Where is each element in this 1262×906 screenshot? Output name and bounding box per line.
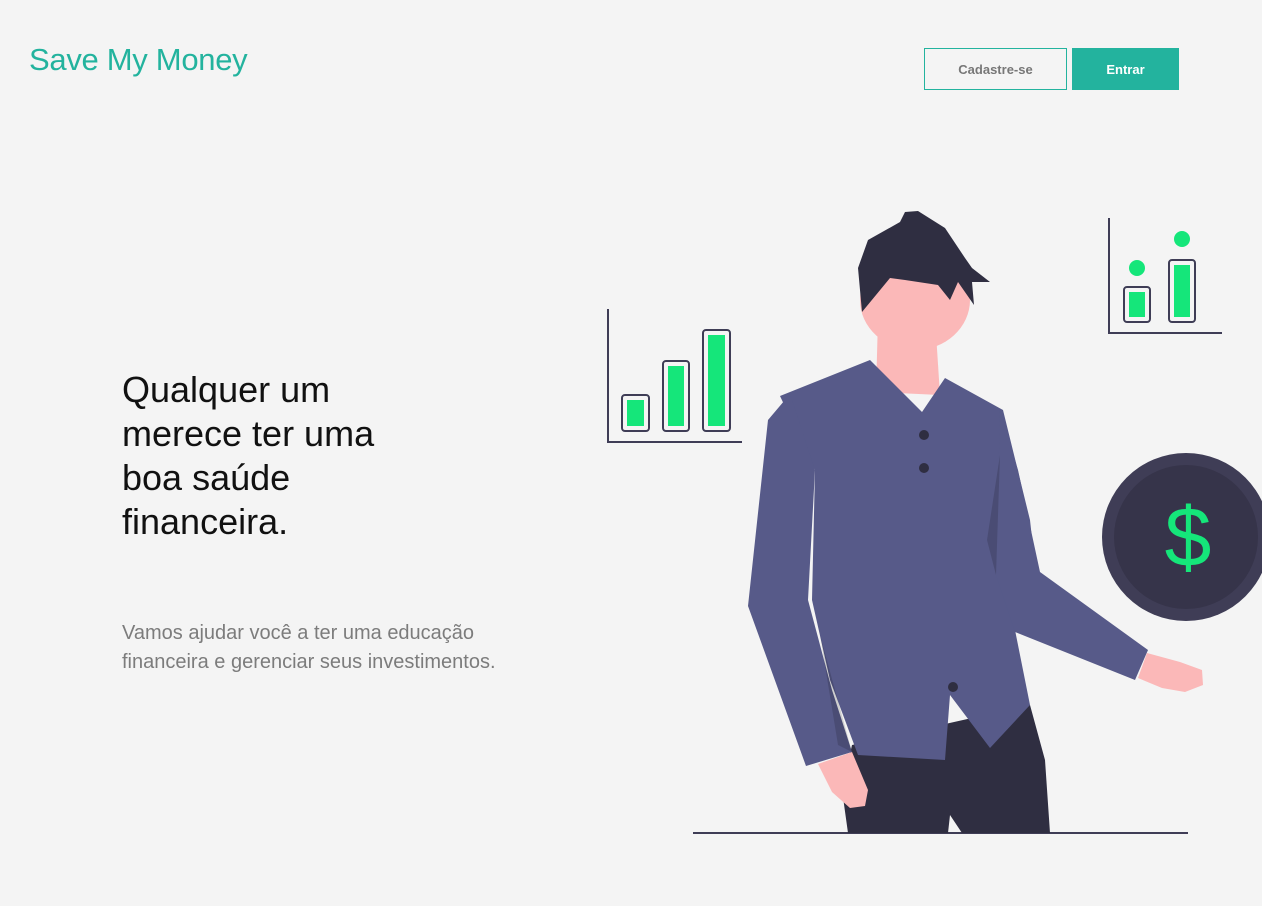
dollar-coin-icon: $ xyxy=(1102,453,1262,621)
left-bar-chart-icon xyxy=(607,309,742,443)
right-bar-chart-icon xyxy=(1108,218,1222,334)
hero-illustration: $ xyxy=(607,211,1262,834)
coin-symbol: $ xyxy=(1165,490,1212,584)
